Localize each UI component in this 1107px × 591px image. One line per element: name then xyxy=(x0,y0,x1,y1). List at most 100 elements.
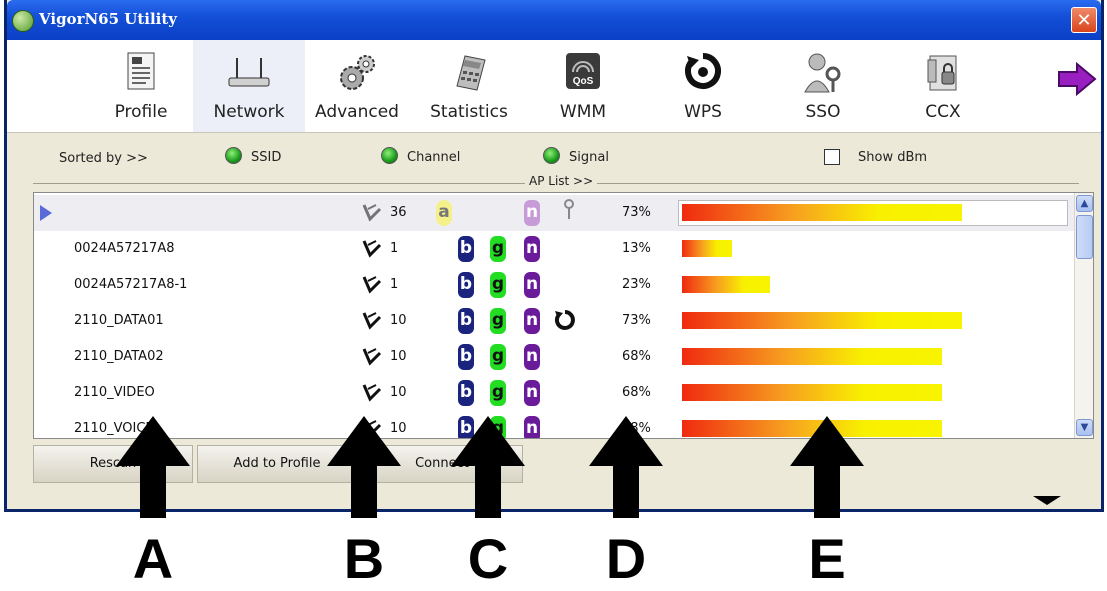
ap-list-label: AP List >> xyxy=(525,174,598,188)
sort-signal-radio[interactable] xyxy=(543,147,560,164)
tab-ccx-label: CCX xyxy=(925,102,961,122)
callout-label: E xyxy=(808,527,846,590)
tab-advanced-label: Advanced xyxy=(315,102,399,122)
ap-row[interactable]: 2110_DATA01 10 b g n 73% xyxy=(34,303,1074,339)
mode-n-icon: n xyxy=(524,416,540,438)
mode-n-icon: n xyxy=(524,200,540,226)
tab-network-label: Network xyxy=(213,102,285,122)
signal-strength-bar xyxy=(682,276,770,293)
callout-arrow-icon xyxy=(116,416,190,518)
mode-b-icon: b xyxy=(458,272,474,298)
channel-icon xyxy=(362,384,382,402)
mode-n-icon: n xyxy=(524,380,540,406)
sort-channel-label: Channel xyxy=(407,150,461,165)
dropdown-arrow-icon[interactable] xyxy=(1033,496,1061,505)
channel-icon xyxy=(362,204,382,222)
ap-ssid: 0024A57217A8 xyxy=(74,241,175,256)
tab-statistics-label: Statistics xyxy=(430,102,508,122)
selected-row-icon xyxy=(40,205,52,221)
scroll-up-button[interactable]: ▲ xyxy=(1076,195,1093,212)
ap-ssid: 2110_DATA02 xyxy=(74,349,164,364)
callout-arrow-icon xyxy=(327,416,401,518)
tab-ccx[interactable]: CCX xyxy=(887,40,999,132)
callout-label: B xyxy=(343,527,385,590)
channel-icon xyxy=(362,240,382,258)
sort-channel-radio[interactable] xyxy=(381,147,398,164)
wps-icon xyxy=(554,310,575,330)
tab-wmm[interactable]: QoS WMM xyxy=(527,40,639,132)
tab-sso[interactable]: SSO xyxy=(767,40,879,132)
ap-channel: 10 xyxy=(390,349,407,364)
mode-n-icon: n xyxy=(524,344,540,370)
callout-arrow-icon xyxy=(790,416,864,518)
ap-ssid: 2110_DATA01 xyxy=(74,313,164,328)
signal-strength-bar xyxy=(682,240,732,257)
signal-strength-bar xyxy=(682,204,962,221)
tab-statistics[interactable]: Statistics xyxy=(413,40,525,132)
sort-ssid-label: SSID xyxy=(251,150,282,165)
gears-icon xyxy=(340,55,375,90)
mode-g-icon: g xyxy=(490,344,506,370)
ap-row[interactable]: 0024A57217A8-1 1 b g n 23% xyxy=(34,267,1074,303)
channel-icon xyxy=(362,312,382,330)
qos-icon: QoS xyxy=(566,53,600,89)
app-icon xyxy=(12,10,34,32)
svg-text:QoS: QoS xyxy=(573,76,594,87)
close-button[interactable]: ✕ xyxy=(1071,7,1097,33)
tab-wps[interactable]: WPS xyxy=(647,40,759,132)
main-toolbar: Profile Network Advanced Statistics QoS … xyxy=(7,40,1101,133)
sso-icon xyxy=(804,53,841,93)
sorted-by-label: Sorted by >> xyxy=(59,151,148,166)
scroll-down-button[interactable]: ▼ xyxy=(1076,419,1093,436)
tab-advanced[interactable]: Advanced xyxy=(301,40,413,132)
callout-arrow-icon xyxy=(589,416,663,518)
tab-wmm-label: WMM xyxy=(559,102,607,122)
router-icon xyxy=(228,58,270,87)
vertical-scrollbar[interactable]: ▲ ▼ xyxy=(1074,193,1093,438)
tab-network[interactable]: Network xyxy=(193,40,305,132)
ap-row[interactable]: 2110_DATA02 10 b g n 68% xyxy=(34,339,1074,375)
tab-wps-label: WPS xyxy=(684,102,722,122)
mode-b-icon: b xyxy=(458,236,474,262)
ap-signal-percent: 73% xyxy=(622,313,651,328)
ap-signal-percent: 13% xyxy=(622,241,651,256)
ap-row[interactable]: 2110_VIDEO 10 b g n 68% xyxy=(34,375,1074,411)
show-dbm-checkbox[interactable] xyxy=(824,149,840,165)
mode-b-icon: b xyxy=(458,380,474,406)
ap-signal-percent: 68% xyxy=(622,349,651,364)
ap-signal-percent: 73% xyxy=(622,205,651,220)
calculator-icon xyxy=(456,55,486,91)
next-arrow-icon[interactable] xyxy=(1057,62,1097,96)
key-icon xyxy=(564,199,574,219)
show-dbm-label: Show dBm xyxy=(858,150,928,165)
ap-row[interactable]: 36 a n 73% xyxy=(34,195,1074,231)
wps-icon xyxy=(685,53,721,89)
channel-icon xyxy=(362,276,382,294)
mode-g-icon: g xyxy=(490,272,506,298)
signal-strength-bar xyxy=(682,348,942,365)
ap-list[interactable]: 36 a n 73% 0024A57217A8 1 b g n 13% 0024A57217A8-1… xyxy=(33,192,1094,439)
callout-label: D xyxy=(605,527,647,590)
mode-n-icon: n xyxy=(524,308,540,334)
title-bar[interactable]: VigorN65 Utility ✕ xyxy=(7,0,1101,40)
ap-row[interactable]: 0024A57217A8 1 b g n 13% xyxy=(34,231,1074,267)
tab-sso-label: SSO xyxy=(805,102,841,122)
mode-n-icon: n xyxy=(524,236,540,262)
sort-ssid-radio[interactable] xyxy=(225,147,242,164)
signal-strength-bar xyxy=(682,384,942,401)
ap-channel: 10 xyxy=(390,313,407,328)
ap-row[interactable]: 2110_VOICE 10 b g n 68% xyxy=(34,411,1074,438)
ccx-icon xyxy=(927,55,957,91)
ap-signal-percent: 23% xyxy=(622,277,651,292)
tab-profile[interactable]: Profile xyxy=(85,40,197,132)
callout-label: C xyxy=(467,527,509,590)
ap-signal-percent: 68% xyxy=(622,385,651,400)
mode-b-icon: b xyxy=(458,308,474,334)
ap-channel: 1 xyxy=(390,277,399,292)
mode-n-icon: n xyxy=(524,272,540,298)
mode-g-icon: g xyxy=(490,236,506,262)
ap-ssid: 2110_VIDEO xyxy=(74,385,155,400)
mode-g-icon: g xyxy=(490,380,506,406)
sort-signal-label: Signal xyxy=(569,150,609,165)
scroll-thumb[interactable] xyxy=(1076,215,1093,259)
